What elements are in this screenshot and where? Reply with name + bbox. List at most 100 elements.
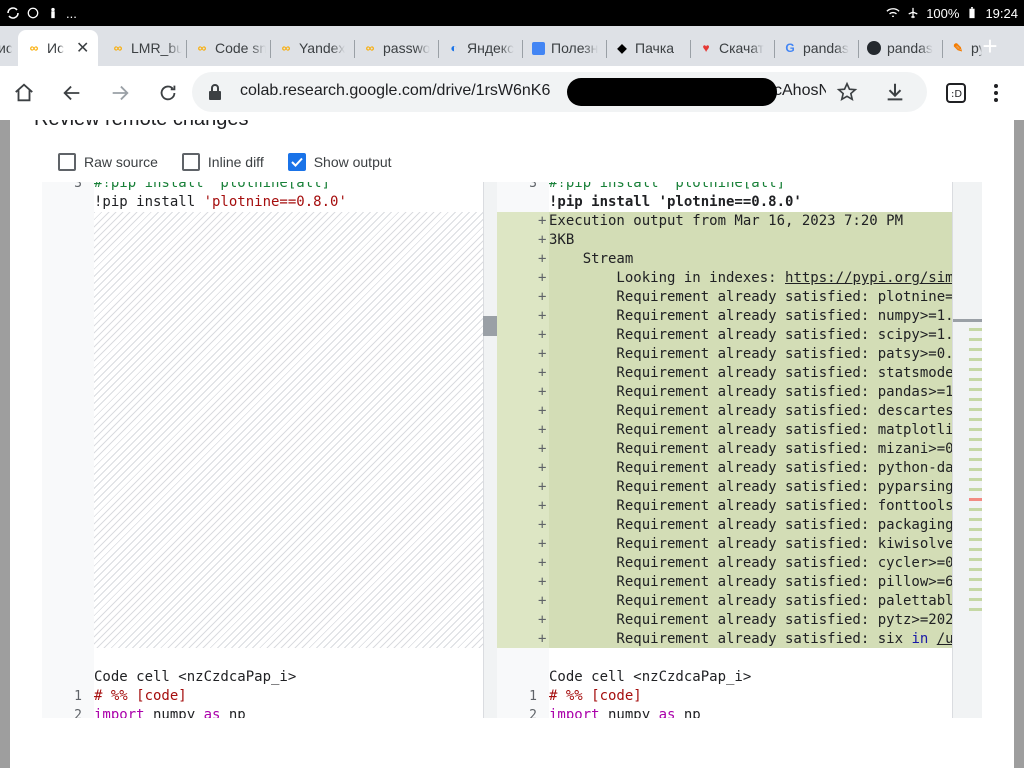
browser-menu-button[interactable] [982, 79, 1010, 107]
raw-source-label: Raw source [84, 154, 158, 170]
output-line: Stream [549, 251, 634, 267]
forward-button[interactable] [106, 79, 134, 107]
minimap-change-mark [969, 518, 982, 521]
new-tab-button[interactable]: + [976, 32, 1004, 60]
output-line: Requirement already satisfied: matplotli [549, 422, 952, 438]
left-gutter [42, 182, 94, 718]
back-arrow-icon [63, 85, 80, 101]
google-icon: G [785, 41, 795, 55]
pen-icon: ✎ [952, 41, 964, 55]
output-line: Requirement already satisfied: python-da [549, 460, 952, 476]
tab-lmr[interactable]: ∞ LMR_bu [102, 30, 182, 66]
minimap-change-mark [969, 508, 982, 511]
output-line: Requirement already satisfied: pillow>=6 [549, 574, 952, 590]
colab-icon: ∞ [365, 41, 375, 55]
minimap-change-mark [969, 578, 982, 581]
browser-toolbar: colab.research.google.com/drive/1rsW6nK6… [0, 66, 1024, 120]
bookmark-star-icon[interactable] [836, 81, 858, 103]
tab-code-snippets[interactable]: ∞ Code sn [186, 30, 266, 66]
minimap-change-mark [969, 428, 982, 431]
checkmark-icon [290, 157, 303, 167]
minimap-change-mark [969, 598, 982, 601]
home-button[interactable] [10, 79, 38, 107]
pachka-icon: ◆ [617, 41, 627, 55]
line-number: 2 [74, 708, 82, 718]
status-right: 100% 19:24 [886, 6, 1018, 21]
address-bar[interactable]: colab.research.google.com/drive/1rsW6nK6… [192, 72, 927, 112]
minimap-change-mark [969, 478, 982, 481]
download-icon[interactable] [884, 81, 906, 103]
code-line: #!pip install 'plotnine[all]' [94, 182, 339, 191]
minimap-change-mark [969, 538, 982, 541]
reload-button[interactable] [154, 79, 182, 107]
person-icon [51, 7, 55, 19]
review-changes-dialog: Review remote changes Raw source Inline … [10, 120, 1014, 768]
minimap-change-mark [969, 588, 982, 591]
airplane-mode-icon [908, 7, 918, 19]
minimap-change-mark [969, 448, 982, 451]
tab-useful[interactable]: Полезн [522, 30, 604, 66]
output-line: Requirement already satisfied: plotnine= [549, 289, 952, 305]
pane-splitter[interactable] [483, 182, 497, 718]
tab-yandex[interactable]: ∞ Yandex [270, 30, 352, 66]
minimap-change-mark [969, 558, 982, 561]
close-tab-icon[interactable]: ✕ [76, 38, 89, 58]
code-line: #!pip install 'plotnine[all]' [549, 182, 794, 191]
minimap-change-mark [969, 568, 982, 571]
raw-source-checkbox[interactable] [58, 153, 76, 171]
minimap-change-mark [969, 368, 982, 371]
diff-viewer: 3 #!pip install 'plotnine[all]' !pip ins… [42, 182, 982, 718]
minimap-change-mark [969, 328, 982, 331]
tab-download[interactable]: ♥ Скачат [690, 30, 772, 66]
diff-right-pane: 3 #!pip install 'plotnine[all]' !pip ins… [497, 182, 952, 718]
dialog-footer [42, 718, 982, 768]
tab-pachka[interactable]: ◆ Пачка [606, 30, 688, 66]
inline-diff-checkbox[interactable] [181, 153, 200, 171]
left-scroll-thumb[interactable] [483, 316, 497, 336]
pypi-index-link[interactable]: https://pypi.org/sim [785, 270, 952, 286]
output-line: Requirement already satisfied: six in /u [549, 631, 952, 647]
minimap-change-mark [969, 378, 982, 381]
blue-square-icon [530, 40, 546, 56]
back-button[interactable] [58, 79, 86, 107]
tab-yandex-ru[interactable]: ◐ Яндекс [438, 30, 520, 66]
cell-header: Code cell <nzCzdcaPap_i> [94, 669, 297, 685]
minimap-change-mark [969, 398, 982, 401]
tab-passwords[interactable]: ∞ passwo [354, 30, 436, 66]
raw-source-option[interactable]: Raw source [58, 153, 158, 171]
output-line: Requirement already satisfied: pytz>=202 [549, 612, 952, 628]
minimap-change-mark [969, 348, 982, 351]
diff-options: Raw source Inline diff Show output [58, 153, 392, 171]
minimap-change-mark [969, 488, 982, 491]
output-line: Looking in indexes: https://pypi.org/sim [549, 270, 952, 286]
show-output-checkbox[interactable] [287, 153, 306, 171]
minimap-change-mark [969, 418, 982, 421]
tab-partial-left[interactable]: ис [0, 30, 12, 66]
code-line-install: !pip install 'plotnine==0.8.0' [94, 194, 347, 210]
output-line: Requirement already satisfied: statsmode [549, 365, 952, 381]
tab-pandas-google[interactable]: G pandas [774, 30, 856, 66]
minimap-change-mark [969, 528, 982, 531]
colab-icon: ∞ [281, 41, 291, 55]
dex-extension-button[interactable]: :D [942, 79, 970, 107]
cell-header: Code cell <nzCzdcaPap_i> [549, 669, 752, 685]
tab-pandas-github[interactable]: pandas [858, 30, 940, 66]
inline-diff-label: Inline diff [207, 154, 264, 170]
in-keyword: in [911, 631, 929, 647]
reload-icon [160, 85, 176, 101]
code-line-import: import numpy as np [549, 707, 701, 718]
battery-percent: 100% [926, 5, 960, 21]
path-link[interactable]: /u [937, 631, 952, 647]
diff-overview-scrollbar[interactable] [952, 182, 982, 718]
show-output-option[interactable]: Show output [287, 153, 392, 171]
clock: 19:24 [985, 5, 1018, 21]
output-line: Requirement already satisfied: pandas>=1 [549, 384, 952, 400]
minimap-change-mark [969, 438, 982, 441]
output-line: Requirement already satisfied: numpy>=1. [549, 308, 952, 324]
heart-icon: ♥ [702, 41, 710, 55]
wifi-icon [886, 8, 900, 18]
output-line: Requirement already satisfied: fonttools [549, 498, 952, 514]
inline-diff-option[interactable]: Inline diff [181, 153, 264, 171]
diff-left-pane: 3 #!pip install 'plotnine[all]' !pip ins… [42, 182, 483, 718]
minimap-change-mark [969, 548, 982, 551]
